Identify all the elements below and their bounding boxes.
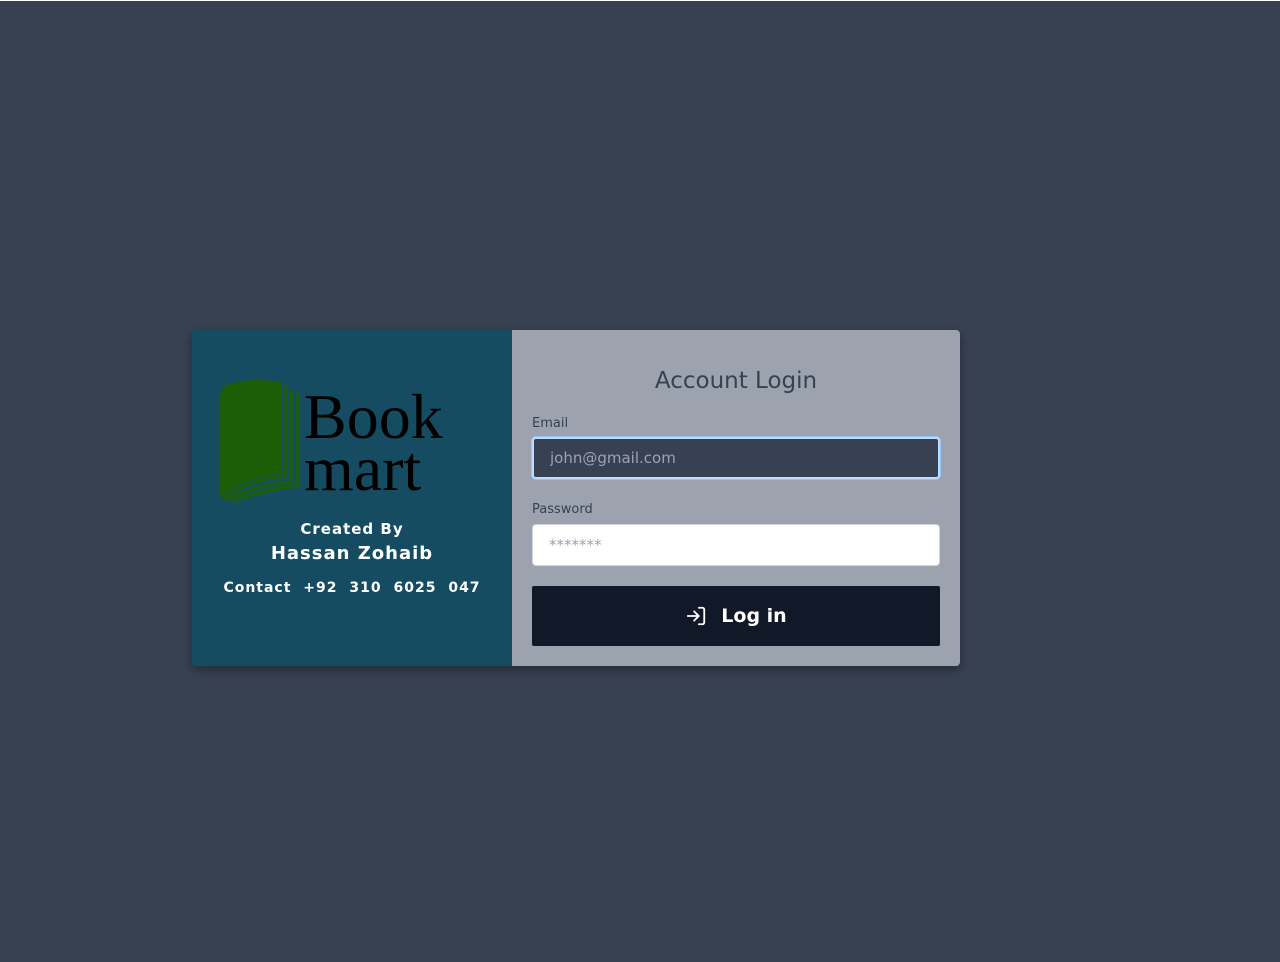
bookmart-logo: Book mart bbox=[212, 372, 492, 502]
email-field[interactable] bbox=[532, 437, 940, 479]
email-label: Email bbox=[532, 416, 569, 431]
login-button[interactable]: Log in bbox=[532, 586, 940, 646]
login-button-label: Log in bbox=[721, 605, 787, 627]
brand-panel: Book mart Created By Hassan Zohaib Conta… bbox=[192, 330, 512, 666]
author-name: Hassan Zohaib bbox=[270, 543, 434, 564]
contact-info: Contact +92 310 6025 047 bbox=[223, 580, 481, 596]
login-form-panel: Account Login Email Password Log in bbox=[512, 330, 960, 666]
logo-text-mart: mart bbox=[304, 433, 422, 502]
form-title: Account Login bbox=[654, 368, 818, 394]
login-card: Book mart Created By Hassan Zohaib Conta… bbox=[192, 330, 960, 666]
login-icon bbox=[685, 605, 707, 627]
password-label: Password bbox=[532, 502, 593, 517]
created-by-label: Created By bbox=[300, 520, 404, 538]
password-field[interactable] bbox=[532, 524, 940, 566]
top-divider bbox=[0, 0, 1280, 1]
book-icon bbox=[220, 380, 300, 502]
